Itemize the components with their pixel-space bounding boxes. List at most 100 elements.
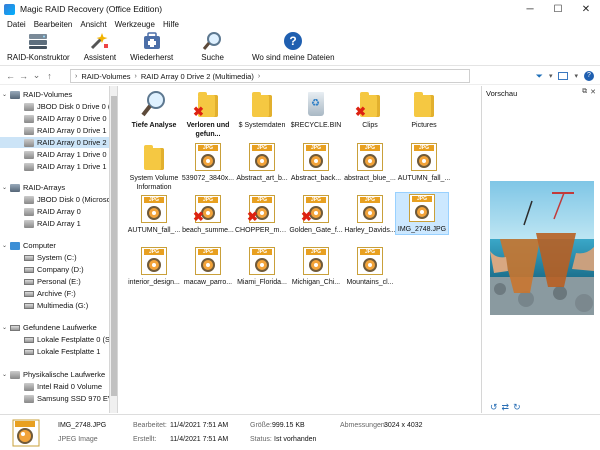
menu-bearbeiten[interactable]: Bearbeiten: [30, 20, 77, 29]
file-item-image-deleted[interactable]: JPG ✖ Golden_Gate_f...: [289, 194, 343, 235]
tree-group-found-drives[interactable]: ⌄ Gefundene Laufwerke: [0, 322, 109, 333]
file-item-selected[interactable]: JPG IMG_2748.JPG: [395, 192, 449, 235]
tree-item-jbod-disk-0-drive-0[interactable]: JBOD Disk 0 Drive 0 (: [0, 101, 109, 112]
disk-icon: [24, 394, 34, 403]
flip-icon[interactable]: ⇄: [502, 402, 510, 413]
collapse-icon[interactable]: ⌄: [0, 91, 9, 98]
file-label: Mountains_cl...: [346, 279, 394, 286]
tree-item-raid-array-1-drive-1[interactable]: RAID Array 1 Drive 1: [0, 161, 109, 172]
search-icon: [139, 89, 169, 119]
rotate-left-icon[interactable]: ↺: [490, 402, 498, 413]
tree-item-raid-array-0-drive-0[interactable]: RAID Array 0 Drive 0: [0, 113, 109, 124]
tree-group-computer[interactable]: ⌄ Computer: [0, 240, 109, 251]
close-icon[interactable]: ✕: [590, 88, 596, 96]
tree-group-raid-arrays[interactable]: ⌄ RAID-Arrays: [0, 182, 109, 193]
file-label: AUTUMN_fall_...: [397, 175, 451, 182]
tree-item-system-c[interactable]: System (C:): [0, 252, 109, 263]
chevron-down-icon[interactable]: ⌄: [30, 70, 43, 81]
file-item-image[interactable]: JPG Abstract_back...: [289, 142, 343, 183]
collapse-icon[interactable]: ⌄: [0, 242, 9, 249]
minimize-button[interactable]: ─: [516, 0, 544, 18]
breadcrumb[interactable]: › RAID-Volumes › RAID Array 0 Drive 2 (M…: [70, 69, 470, 83]
filter-icon[interactable]: ⏷: [536, 71, 543, 82]
chevron-down-icon[interactable]: ▾: [574, 72, 578, 80]
tree-item-archive-f[interactable]: Archive (F:): [0, 288, 109, 299]
tree-item-multimedia-g[interactable]: Multimedia (G:): [0, 300, 109, 311]
file-item-pictures[interactable]: Pictures: [397, 89, 451, 130]
tree-item-intel-raid[interactable]: Intel Raid 0 Volume: [0, 381, 109, 392]
tree-item-personal-e[interactable]: Personal (E:): [0, 276, 109, 287]
tree-group-raid-volumes[interactable]: ⌄ RAID-Volumes: [0, 89, 109, 100]
up-icon[interactable]: ↑: [43, 71, 56, 81]
drive-icon: [24, 348, 34, 355]
rotate-right-icon[interactable]: ↻: [513, 402, 521, 413]
tree-item-company-d[interactable]: Company (D:): [0, 264, 109, 275]
scrollbar-thumb[interactable]: [111, 96, 117, 396]
file-item-image[interactable]: JPG interior_design...: [127, 246, 181, 287]
help-small-icon[interactable]: ?: [584, 71, 594, 81]
file-item-clips[interactable]: ✖ Clips: [343, 89, 397, 130]
tree-item-raid-array-0-drive-2[interactable]: RAID Array 0 Drive 2: [0, 137, 109, 148]
tree-item-label: Multimedia (G:): [37, 301, 89, 310]
tree-item-raid-array-1[interactable]: RAID Array 1: [0, 218, 109, 229]
file-item-deep-analysis[interactable]: Tiefe Analyse: [127, 89, 181, 130]
file-item-image[interactable]: JPG abstract_blue_...: [343, 142, 397, 183]
tree-group-physical-drives[interactable]: ⌄ Physikalische Laufwerke: [0, 369, 109, 380]
file-label: CHOPPER_mo...: [235, 227, 289, 234]
file-item-image-deleted[interactable]: JPG ✖ beach_summe...: [181, 194, 235, 235]
close-button[interactable]: ✕: [572, 0, 600, 18]
file-item-image-deleted[interactable]: JPG ✖ CHOPPER_mo...: [235, 194, 289, 235]
forward-icon[interactable]: →: [17, 71, 30, 81]
tree-item-samsung-ssd[interactable]: Samsung SSD 970 EV: [0, 393, 109, 404]
chevron-down-icon[interactable]: ▾: [549, 72, 553, 80]
svg-text:?: ?: [290, 34, 297, 48]
tree-item-raid-array-0-drive-1[interactable]: RAID Array 0 Drive 1: [0, 125, 109, 136]
tree-item-local-disk-0[interactable]: Lokale Festplatte 0 (S: [0, 334, 109, 345]
status-filename: IMG_2748.JPG: [58, 422, 107, 429]
tree-item-label: RAID Array 1: [37, 219, 81, 228]
file-item-image[interactable]: JPG Miami_Florida...: [235, 246, 289, 287]
disk-icon: [24, 102, 34, 111]
folder-icon: ✖: [355, 89, 385, 119]
tree-item-raid-array-0[interactable]: RAID Array 0: [0, 206, 109, 217]
breadcrumb-item-drive[interactable]: RAID Array 0 Drive 2 (Multimedia): [137, 72, 258, 81]
search-button[interactable]: Suche: [194, 31, 231, 65]
menu-ansicht[interactable]: Ansicht: [76, 20, 110, 29]
tree-item-raid-array-1-drive-0[interactable]: RAID Array 1 Drive 0: [0, 149, 109, 160]
collapse-icon[interactable]: ⌄: [0, 184, 9, 191]
collapse-icon[interactable]: ⌄: [0, 371, 9, 378]
disk-icon: [24, 382, 34, 391]
tree-item-local-disk-1[interactable]: Lokale Festplatte 1: [0, 346, 109, 357]
menu-werkzeuge[interactable]: Werkzeuge: [111, 20, 159, 29]
collapse-icon[interactable]: ⌄: [0, 324, 9, 331]
preview-title: Vorschau: [486, 88, 518, 98]
file-item-image[interactable]: JPG AUTUMN_fall_...: [397, 142, 451, 183]
tree-item-jbod-disk-0[interactable]: JBOD Disk 0 (Microsc: [0, 194, 109, 205]
file-item-image[interactable]: JPG Mountains_cl...: [343, 246, 397, 287]
raid-constructor-button[interactable]: RAID-Konstruktor: [0, 31, 77, 65]
where-files-button[interactable]: ? Wo sind meine Dateien: [245, 31, 342, 65]
file-item-system-volume-information[interactable]: System Volume Information: [127, 142, 181, 192]
file-item-image[interactable]: JPG macaw_parro...: [181, 246, 235, 287]
file-item-lost-and-found[interactable]: ✖ Verloren und gefun...: [181, 89, 235, 139]
maximize-button[interactable]: ☐: [544, 0, 572, 18]
restore-button[interactable]: Wiederherst: [123, 31, 180, 65]
computer-icon: [10, 241, 20, 250]
view-icon[interactable]: [558, 72, 569, 80]
size-value: 999.15 KB: [272, 422, 305, 429]
wizard-button[interactable]: Assistent: [77, 31, 123, 65]
file-item-system-data[interactable]: $ Systemdaten: [235, 89, 289, 130]
file-item-image[interactable]: JPG Michigan_Chi...: [289, 246, 343, 287]
menu-hilfe[interactable]: Hilfe: [159, 20, 183, 29]
menu-datei[interactable]: Datei: [3, 20, 30, 29]
file-item-image[interactable]: JPG Harley_Davids...: [343, 194, 397, 235]
file-item-image[interactable]: JPG AUTUMN_fall_...: [127, 194, 181, 235]
status-filetype: JPEG Image: [58, 436, 98, 443]
file-item-image[interactable]: JPG 539072_3840x...: [181, 142, 235, 183]
undock-icon[interactable]: ⧉: [582, 88, 587, 96]
tree-scrollbar[interactable]: [110, 86, 118, 413]
breadcrumb-item-raid-volumes[interactable]: RAID-Volumes: [77, 72, 134, 81]
back-icon[interactable]: ←: [4, 71, 17, 81]
file-item-recycle-bin[interactable]: $RECYCLE.BIN: [289, 89, 343, 130]
file-item-image[interactable]: JPG Abstract_art_b...: [235, 142, 289, 183]
